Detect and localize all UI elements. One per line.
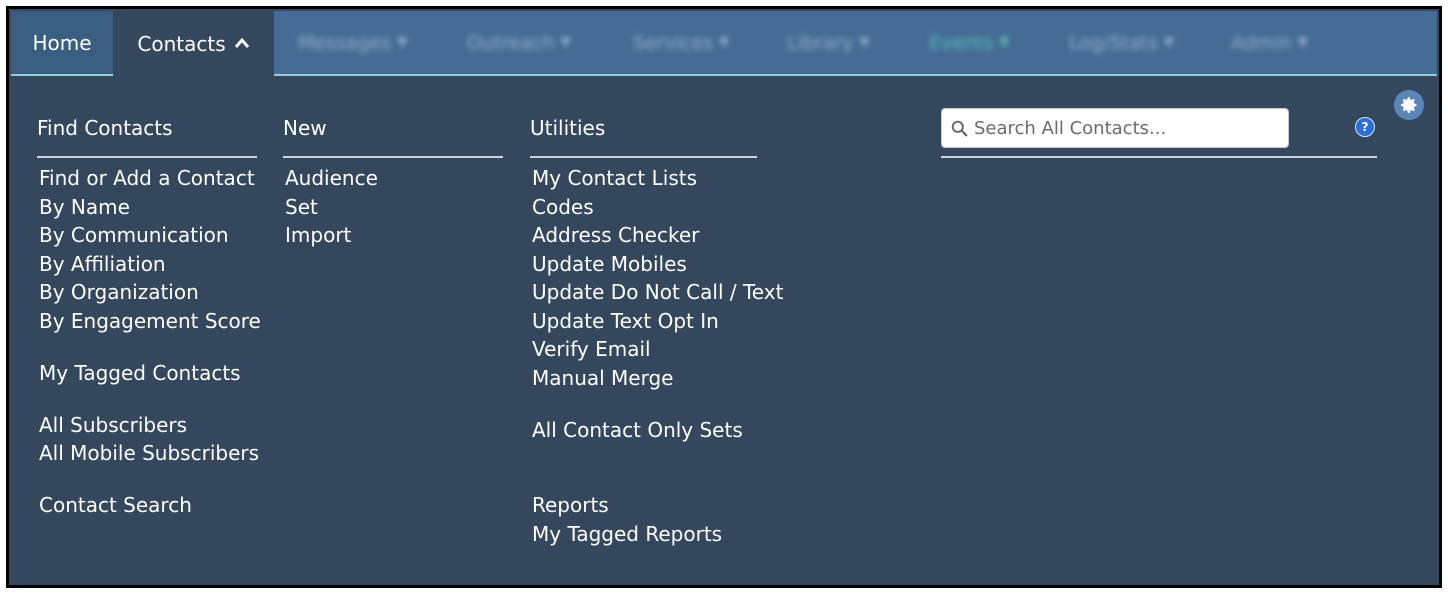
link-update-mobiles[interactable]: Update Mobiles [532,252,687,276]
chevron-down-icon: ▼ [1163,35,1174,50]
tab-admin[interactable]: Admin ▼ [1231,11,1308,74]
link-by-affiliation[interactable]: By Affiliation [39,252,166,276]
link-update-do-not-call-text[interactable]: Update Do Not Call / Text [532,280,783,304]
tab-home-label: Home [32,30,92,55]
link-verify-email[interactable]: Verify Email [532,337,651,361]
tab-logstats-label: Log/Stats [1069,31,1158,54]
link-manual-merge[interactable]: Manual Merge [532,366,673,390]
link-audience[interactable]: Audience [285,166,378,190]
search-divider [941,156,1377,158]
link-all-subscribers[interactable]: All Subscribers [39,413,187,437]
link-by-organization[interactable]: By Organization [39,280,199,304]
tab-outreach[interactable]: Outreach ▼ [467,11,571,74]
link-my-tagged-reports[interactable]: My Tagged Reports [532,522,722,546]
chevron-down-icon: ▼ [859,35,870,50]
new-heading: New [283,116,327,140]
link-by-name[interactable]: By Name [39,195,130,219]
chevron-down-icon: ▼ [719,35,730,50]
tab-library[interactable]: Library ▼ [787,11,869,74]
tab-outreach-label: Outreach [467,31,555,54]
link-my-tagged-contacts[interactable]: My Tagged Contacts [39,361,241,385]
link-all-mobile-subscribers[interactable]: All Mobile Subscribers [39,441,259,465]
link-all-contact-only-sets[interactable]: All Contact Only Sets [532,418,743,442]
find-contacts-divider [37,156,257,158]
tab-home[interactable]: Home [11,11,113,74]
link-address-checker[interactable]: Address Checker [532,223,699,247]
tab-contacts-label: Contacts [137,31,226,56]
gear-icon[interactable] [1394,90,1424,120]
chevron-down-icon: ▼ [999,35,1010,50]
new-divider [283,156,503,158]
tab-messages[interactable]: Messages ▼ [298,11,407,74]
tab-messages-label: Messages [298,31,392,54]
help-icon[interactable]: ? [1355,117,1375,137]
link-update-text-opt-in[interactable]: Update Text Opt In [532,309,719,333]
tab-services-label: Services [633,31,714,54]
search-icon [951,120,968,137]
search-all-contacts-input[interactable] [974,117,1274,139]
tab-events-label: Events [929,31,994,54]
contacts-menu-panel: Home Contacts Messages ▼ Outreach ▼ Servic… [6,6,1442,588]
link-reports[interactable]: Reports [532,493,609,517]
utilities-heading: Utilities [530,116,606,140]
chevron-down-icon: ▼ [560,35,571,50]
tab-library-label: Library [787,31,854,54]
top-navigation-bar: Home Contacts Messages ▼ Outreach ▼ Servic… [11,11,1437,76]
contact-search-box [941,108,1289,148]
tab-logstats[interactable]: Log/Stats ▼ [1069,11,1174,74]
tab-services[interactable]: Services ▼ [633,11,729,74]
link-codes[interactable]: Codes [532,195,594,219]
chevron-down-icon: ▼ [397,35,408,50]
tab-events[interactable]: Events ▼ [929,11,1009,74]
link-by-engagement-score[interactable]: By Engagement Score [39,309,261,333]
tab-contacts[interactable]: Contacts [113,11,274,76]
find-contacts-heading: Find Contacts [37,116,173,140]
link-find-or-add-contact[interactable]: Find or Add a Contact [39,166,255,190]
link-set[interactable]: Set [285,195,318,219]
link-by-communication[interactable]: By Communication [39,223,229,247]
chevron-up-icon [234,30,250,54]
tab-admin-label: Admin [1231,31,1292,54]
chevron-down-icon: ▼ [1297,35,1308,50]
link-my-contact-lists[interactable]: My Contact Lists [532,166,697,190]
link-import[interactable]: Import [285,223,351,247]
link-contact-search[interactable]: Contact Search [39,493,192,517]
utilities-divider [530,156,757,158]
